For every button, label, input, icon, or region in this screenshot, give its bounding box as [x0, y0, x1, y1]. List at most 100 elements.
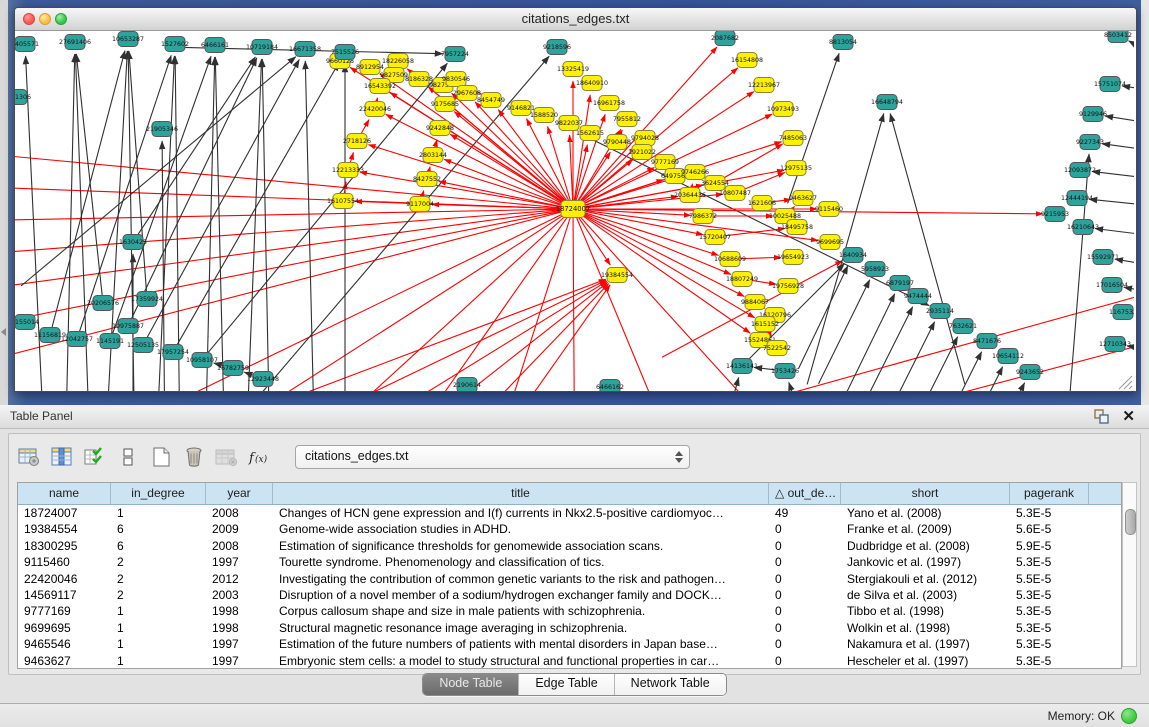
graph-node[interactable]: 10958107 [186, 353, 218, 368]
graph-node[interactable]: 1588520 [530, 108, 558, 123]
table-select-dropdown[interactable]: citations_edges.txt [295, 445, 690, 469]
column-header-in_degree[interactable]: in_degree [111, 483, 206, 504]
graph-node[interactable]: 16961758 [593, 96, 625, 111]
graph-node[interactable]: 9117004 [406, 197, 434, 212]
network-window-titlebar[interactable]: citations_edges.txt [15, 8, 1136, 31]
graph-node[interactable]: 7955812 [613, 112, 641, 127]
graph-node[interactable]: 9242848 [426, 121, 454, 136]
function-builder-icon[interactable]: f(x) [246, 444, 274, 470]
graph-node[interactable]: 16782759 [217, 361, 249, 376]
graph-node[interactable]: 8454749 [477, 93, 505, 108]
graph-node[interactable]: 15751074 [1094, 77, 1126, 92]
graph-node[interactable]: 12213967 [748, 78, 780, 93]
graph-node[interactable]: 6466161 [201, 38, 229, 53]
graph-node[interactable]: 8813054 [829, 35, 857, 50]
graph-node[interactable]: 9699695 [816, 235, 844, 250]
node-table[interactable]: namein_degreeyeartitle△ out_de…shortpage… [17, 482, 1122, 669]
delete-column-icon[interactable] [180, 444, 208, 470]
network-window[interactable]: citations_edges.txt 18724007966012889129… [14, 7, 1137, 392]
graph-node[interactable]: 1527602 [161, 37, 189, 52]
graph-node[interactable]: 8471676 [973, 334, 1001, 349]
graph-node[interactable]: 13325419 [557, 62, 589, 77]
graph-node[interactable]: 8503412 [1104, 31, 1132, 43]
graph-node[interactable]: 10719184 [246, 40, 278, 55]
table-mode-icon[interactable] [15, 444, 43, 470]
graph-node[interactable]: 1640934 [839, 248, 867, 263]
graph-node[interactable]: 10653287 [112, 32, 144, 47]
graph-node[interactable]: 9155014 [15, 315, 39, 330]
graph-node[interactable]: 16671358 [289, 42, 321, 57]
graph-node[interactable]: 15720407 [699, 230, 731, 245]
scrollbar-thumb[interactable] [1125, 509, 1136, 535]
network-canvas[interactable]: 1872400796601288912954182260589827509165… [15, 31, 1134, 391]
graph-node[interactable]: 2190614 [453, 378, 481, 392]
graph-node[interactable]: 7485063 [779, 131, 807, 146]
table-row[interactable]: 1872400712008Changes of HCN gene express… [18, 505, 1121, 521]
graph-node[interactable]: 12975135 [780, 161, 812, 176]
graph-node[interactable]: 2935114 [926, 304, 954, 319]
graph-node[interactable]: 6466162 [596, 380, 624, 392]
panel-splitter-handle[interactable] [566, 397, 582, 403]
graph-node[interactable]: 7986372 [689, 209, 717, 224]
column-header-title[interactable]: title [273, 483, 769, 504]
graph-node[interactable]: 15592971 [1087, 250, 1119, 265]
resize-corner-icon[interactable] [1119, 376, 1132, 389]
graph-node[interactable]: 1167533 [1109, 305, 1134, 320]
delete-table-icon[interactable] [213, 444, 241, 470]
graph-node[interactable]: 16210643 [1067, 220, 1099, 235]
graph-node[interactable]: 19654923 [777, 250, 809, 265]
float-panel-icon[interactable] [1094, 409, 1109, 424]
graph-node[interactable]: 14136141 [726, 359, 758, 374]
graph-node[interactable]: 12093872 [1064, 163, 1096, 178]
graph-node[interactable]: 12505135 [127, 338, 159, 353]
graph-node[interactable]: 18807249 [726, 272, 758, 287]
graph-node[interactable]: 9777169 [651, 155, 679, 170]
table-row[interactable]: 946554611997Estimation of the future num… [18, 636, 1121, 652]
close-panel-icon[interactable]: ✕ [1122, 407, 1135, 425]
column-header-year[interactable]: year [206, 483, 273, 504]
new-column-icon[interactable] [147, 444, 175, 470]
graph-node[interactable]: 17016504 [1096, 278, 1128, 293]
tab-edge-table[interactable]: Edge Table [519, 674, 614, 695]
graph-node[interactable]: 1562615 [576, 126, 604, 141]
graph-node[interactable]: 7515526 [331, 45, 359, 60]
graph-node[interactable]: 7632621 [949, 319, 977, 334]
graph-node[interactable]: 9218596 [543, 40, 571, 55]
table-row[interactable]: 1456911722003Disruption of a novel membe… [18, 587, 1121, 603]
column-header-pagerank[interactable]: pagerank [1010, 483, 1089, 504]
graph-node[interactable]: 9405571 [15, 37, 39, 52]
graph-node[interactable]: 12444194 [1061, 191, 1093, 206]
graph-node[interactable]: 1621606 [748, 196, 776, 211]
tab-node-table[interactable]: Node Table [423, 674, 519, 695]
graph-node[interactable]: 18226058 [382, 54, 414, 69]
table-row[interactable]: 2242004622012Investigating the contribut… [18, 571, 1121, 587]
graph-node[interactable]: 12213333 [332, 163, 364, 178]
graph-node[interactable]: 9884067 [741, 295, 769, 310]
graph-node[interactable]: 18640910 [576, 76, 608, 91]
table-row[interactable]: 946362711997Embryonic stem cells: a mode… [18, 653, 1121, 669]
graph-node[interactable]: 1615152 [751, 317, 779, 332]
graph-node[interactable]: 17957254 [157, 345, 189, 360]
graph-node[interactable]: 1630425 [119, 235, 147, 250]
table-row[interactable]: 1938455462009Genome-wide association stu… [18, 521, 1121, 537]
graph-node[interactable]: 9129946 [1079, 107, 1107, 122]
tab-network-table[interactable]: Network Table [615, 674, 726, 695]
graph-node[interactable]: 5958923 [861, 262, 889, 277]
table-row[interactable]: 969969511998Structural magnetic resonanc… [18, 620, 1121, 636]
graph-node[interactable]: 16648794 [871, 95, 903, 110]
graph-node[interactable]: 27691406 [59, 35, 91, 50]
graph-node[interactable]: 9474444 [904, 289, 932, 304]
graph-node[interactable]: 17359924 [131, 292, 163, 307]
graph-node[interactable]: 19756928 [772, 279, 804, 294]
graph-node[interactable]: 21905346 [146, 122, 178, 137]
graph-node[interactable]: 9830546 [442, 72, 470, 87]
graph-node[interactable]: 9822037 [555, 116, 583, 131]
graph-node[interactable]: 6879197 [886, 276, 914, 291]
graph-node[interactable]: 18724007 [556, 201, 591, 218]
graph-node[interactable]: 2718126 [343, 134, 371, 149]
graph-node[interactable]: 1921022 [628, 145, 656, 160]
graph-node[interactable]: 9746266 [681, 165, 709, 180]
graph-node[interactable]: 7957224 [441, 47, 469, 62]
graph-node[interactable]: 10654112 [992, 349, 1024, 364]
column-chooser-icon[interactable] [48, 444, 76, 470]
